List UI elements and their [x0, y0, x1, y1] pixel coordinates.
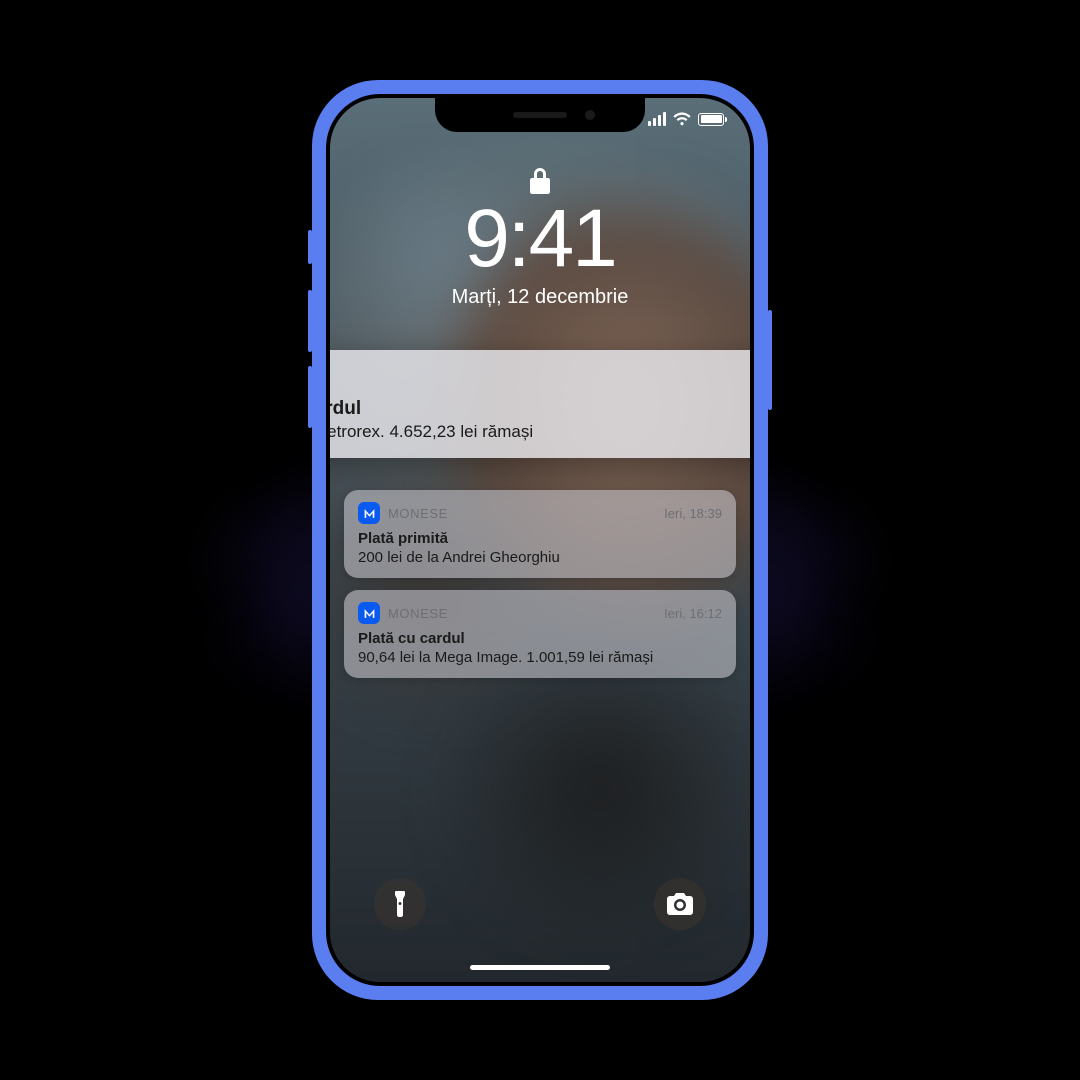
notification-title: Plată primită: [358, 530, 722, 547]
camera-button[interactable]: [654, 878, 706, 930]
wifi-icon: [673, 112, 691, 126]
volume-down-button[interactable]: [308, 366, 312, 428]
notification-body: 70,00 lei la Metrorex. 4.652,23 lei răma…: [330, 422, 750, 442]
monese-app-icon: [358, 502, 380, 524]
cellular-signal-icon: [648, 112, 666, 126]
power-button[interactable]: [768, 310, 772, 410]
notification-body: 200 lei de la Andrei Gheorghiu: [358, 549, 722, 566]
lock-screen[interactable]: 9:41 Marți, 12 decembrie MONESE acum Pla…: [330, 98, 750, 982]
flashlight-icon: [390, 891, 410, 917]
notification-card[interactable]: MONESE Ieri, 16:12 Plată cu cardul 90,64…: [344, 590, 736, 678]
volume-up-button[interactable]: [308, 290, 312, 352]
notification-title: Plată cu cardul: [330, 398, 750, 420]
flashlight-button[interactable]: [374, 878, 426, 930]
phone-frame: 9:41 Marți, 12 decembrie MONESE acum Pla…: [312, 80, 768, 1000]
notification-time: Ieri, 18:39: [664, 506, 722, 521]
clock-time: 9:41: [330, 198, 750, 280]
notch: [435, 98, 645, 132]
notification-body: 90,64 lei la Mega Image. 1.001,59 lei ră…: [358, 649, 722, 666]
notification-title: Plată cu cardul: [358, 630, 722, 647]
notification-time: Ieri, 16:12: [664, 606, 722, 621]
monese-app-icon: [358, 602, 380, 624]
mute-switch[interactable]: [308, 230, 312, 264]
notification-list: MONESE acum Plată cu cardul 70,00 lei la…: [330, 350, 750, 690]
notification-card[interactable]: MONESE acum Plată cu cardul 70,00 lei la…: [330, 350, 750, 458]
lock-icon: [529, 166, 551, 196]
battery-icon: [698, 113, 724, 126]
notification-app-name: MONESE: [330, 371, 750, 388]
notification-app-name: MONESE: [388, 506, 656, 521]
clock-date: Marți, 12 decembrie: [330, 286, 750, 309]
home-indicator[interactable]: [470, 965, 610, 970]
camera-icon: [667, 893, 693, 915]
notification-card[interactable]: MONESE Ieri, 18:39 Plată primită 200 lei…: [344, 490, 736, 578]
status-bar: [648, 112, 724, 126]
notification-app-name: MONESE: [388, 606, 656, 621]
